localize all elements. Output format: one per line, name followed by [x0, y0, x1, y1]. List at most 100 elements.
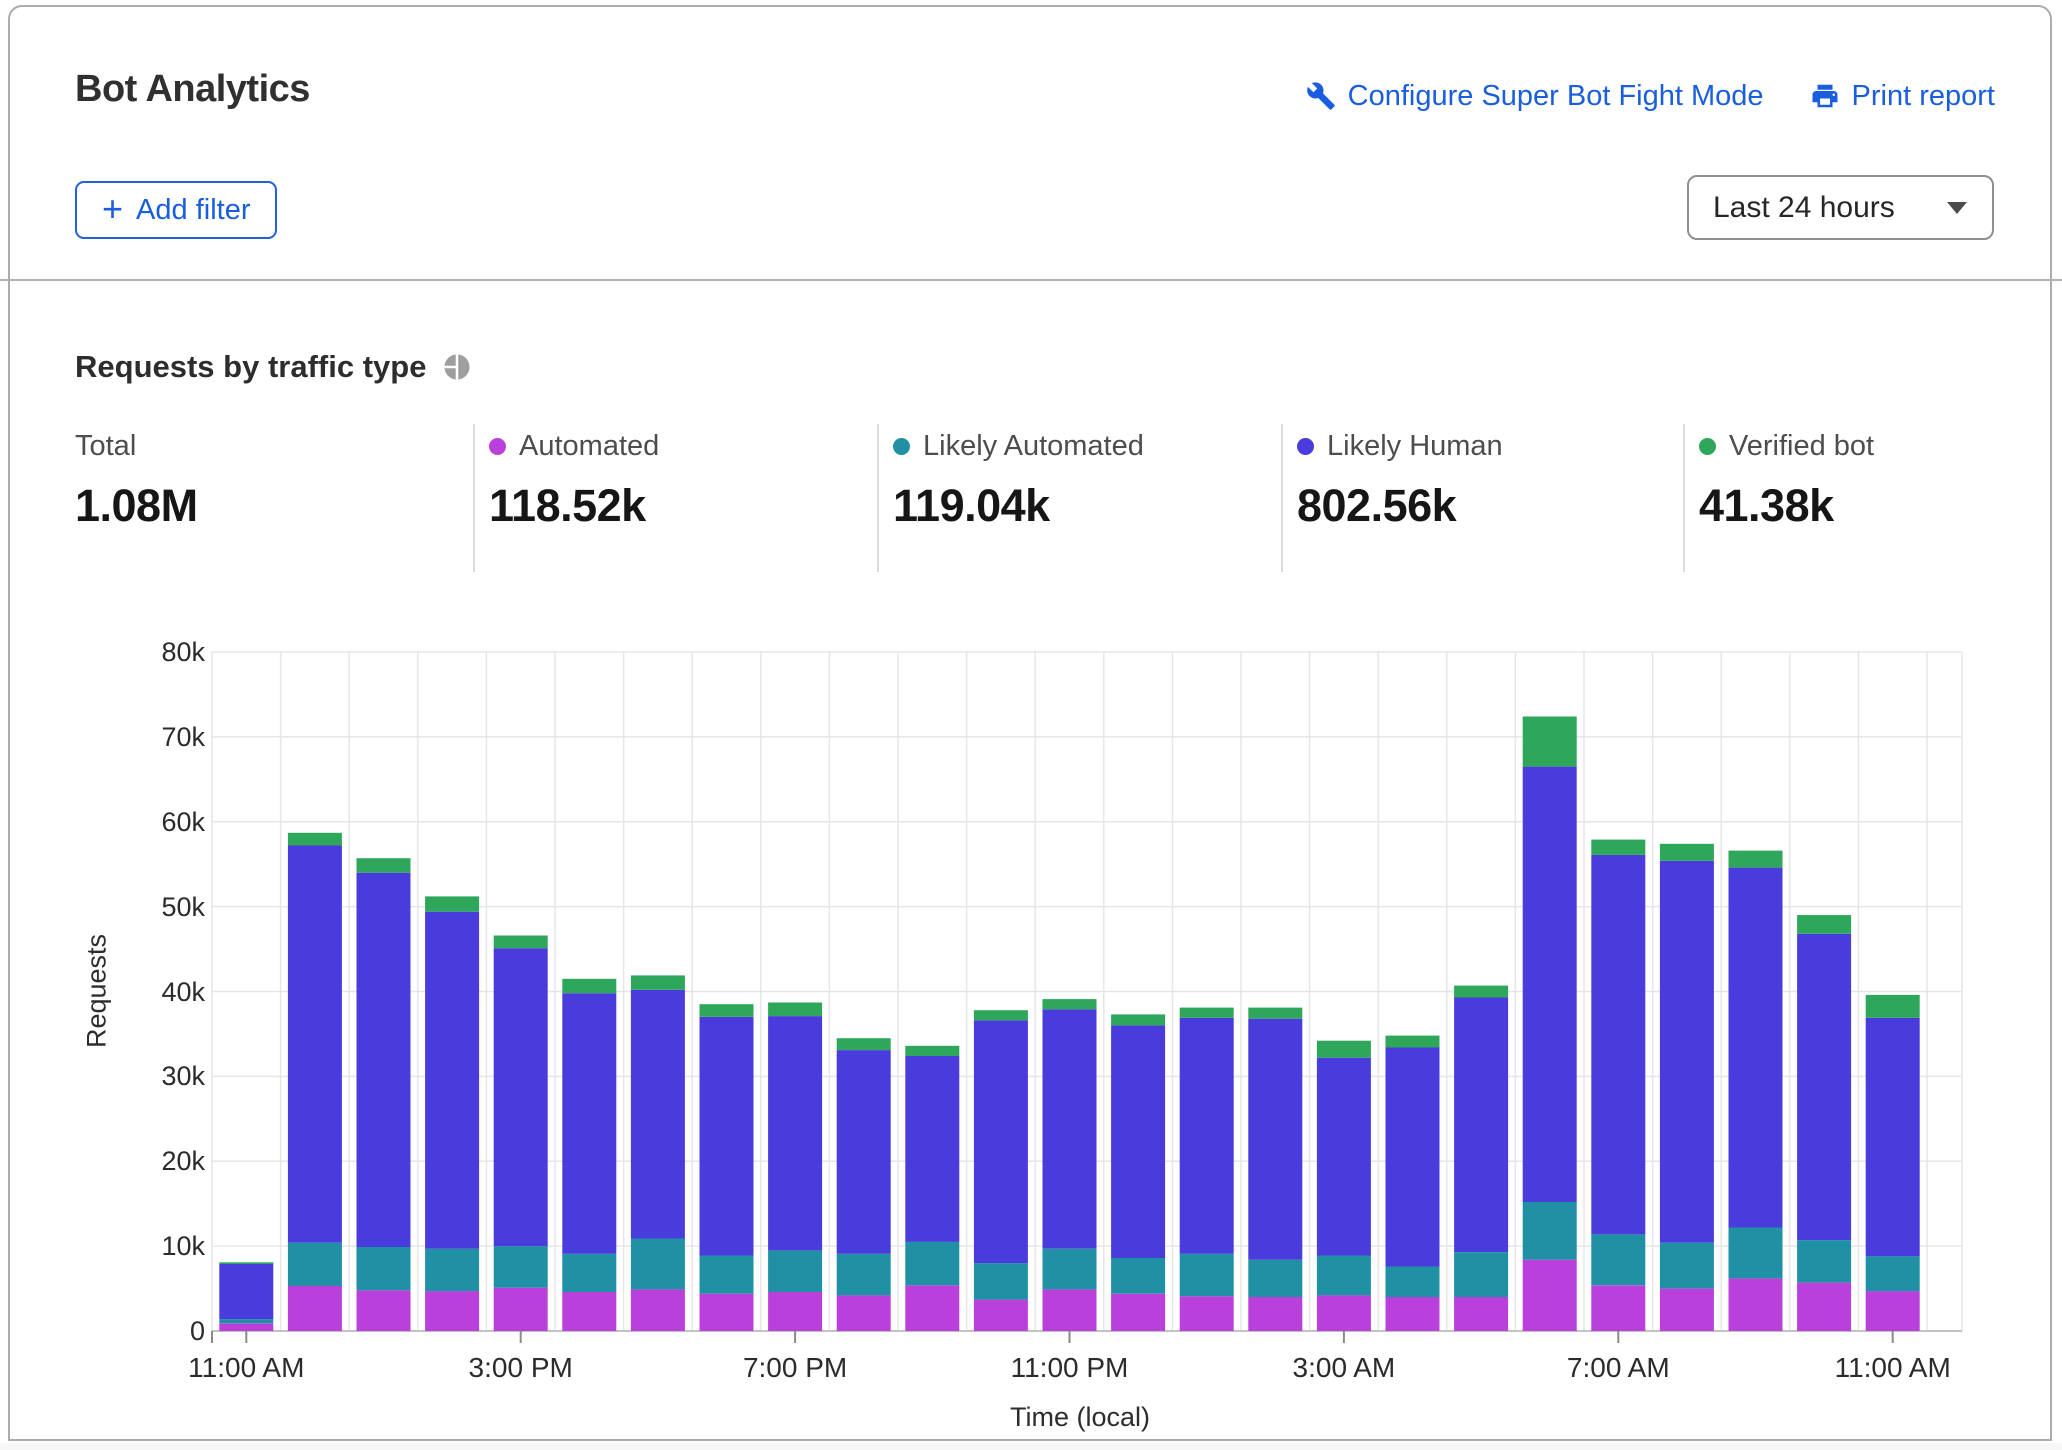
y-tick-label: 10k: [95, 1231, 205, 1261]
bar-stack[interactable]: [1248, 1008, 1302, 1331]
bar-segment-verified-bot: [1866, 995, 1920, 1018]
bar-segment-automated: [631, 1289, 685, 1331]
bar-segment-automated: [1660, 1289, 1714, 1331]
bar-segment-automated: [1386, 1297, 1440, 1331]
bar-segment-likely-human: [1454, 997, 1508, 1252]
x-tick-label: 3:00 PM: [469, 1352, 573, 1384]
bar-stack[interactable]: [1317, 1041, 1371, 1331]
bar-segment-likely-human: [562, 993, 616, 1254]
bar-segment-likely-human: [1111, 1025, 1165, 1258]
legend-dot: [1297, 438, 1314, 455]
stat-header: Automated: [489, 428, 877, 464]
stat-value: 1.08M: [75, 480, 473, 532]
configure-super-bot-fight-mode-link[interactable]: Configure Super Bot Fight Mode: [1306, 80, 1764, 113]
bar-stack[interactable]: [1111, 1014, 1165, 1331]
bar-segment-likely-automated: [1866, 1256, 1920, 1291]
pie-chart-icon: [442, 352, 472, 382]
bar-segment-likely-human: [1729, 868, 1783, 1228]
bar-stack[interactable]: [219, 1262, 273, 1331]
bottom-strip: [0, 1443, 2062, 1450]
bar-stack[interactable]: [1180, 1008, 1234, 1331]
bar-segment-verified-bot: [905, 1046, 959, 1056]
bar-stack[interactable]: [1729, 851, 1783, 1331]
bar-segment-automated: [837, 1295, 891, 1331]
stat-verified-bot: Verified bot41.38k: [1683, 424, 2013, 572]
bar-stack[interactable]: [837, 1038, 891, 1331]
bar-segment-likely-automated: [1180, 1254, 1234, 1296]
bar-segment-automated: [700, 1294, 754, 1331]
bar-segment-likely-human: [1317, 1058, 1371, 1256]
bar-stack[interactable]: [1591, 840, 1645, 1331]
bar-segment-likely-human: [357, 873, 411, 1247]
bar-segment-automated: [1591, 1285, 1645, 1331]
bar-stack[interactable]: [768, 1003, 822, 1332]
bar-stack[interactable]: [1454, 986, 1508, 1331]
header-divider: [0, 279, 2062, 281]
bar-segment-likely-human: [1797, 934, 1851, 1240]
bar-segment-automated: [768, 1292, 822, 1331]
bar-segment-likely-human: [219, 1264, 273, 1319]
bar-segment-verified-bot: [700, 1004, 754, 1017]
bar-segment-verified-bot: [1111, 1014, 1165, 1025]
bar-segment-likely-automated: [905, 1242, 959, 1285]
bar-segment-verified-bot: [1660, 844, 1714, 861]
bar-segment-automated: [974, 1300, 1028, 1331]
bar-segment-likely-automated: [1523, 1202, 1577, 1260]
bar-segment-verified-bot: [1591, 840, 1645, 855]
bar-segment-automated: [288, 1286, 342, 1331]
bar-segment-automated: [1523, 1260, 1577, 1331]
bar-segment-automated: [219, 1323, 273, 1331]
bar-stack[interactable]: [425, 896, 479, 1331]
x-tick-label: 7:00 AM: [1567, 1352, 1670, 1384]
bar-stack[interactable]: [1660, 844, 1714, 1331]
bar-stack[interactable]: [288, 833, 342, 1331]
bar-stack[interactable]: [1866, 995, 1920, 1331]
bar-segment-likely-human: [700, 1017, 754, 1256]
bar-segment-likely-human: [974, 1020, 1028, 1263]
legend-dot: [1699, 438, 1716, 455]
bar-segment-likely-automated: [1386, 1267, 1440, 1298]
bar-stack[interactable]: [905, 1046, 959, 1331]
bar-stack[interactable]: [1523, 717, 1577, 1332]
time-range-select[interactable]: Last 24 hours: [1687, 175, 1994, 240]
printer-icon: [1810, 81, 1840, 111]
bar-segment-likely-human: [1180, 1018, 1234, 1254]
add-filter-button[interactable]: + Add filter: [75, 181, 277, 239]
wrench-icon: [1306, 81, 1336, 111]
bar-stack[interactable]: [1797, 915, 1851, 1331]
bar-segment-verified-bot: [288, 833, 342, 846]
bar-segment-likely-human: [837, 1050, 891, 1254]
bar-segment-likely-automated: [1043, 1249, 1097, 1290]
bar-segment-likely-automated: [1454, 1252, 1508, 1297]
x-tick-label: 11:00 AM: [1835, 1352, 1951, 1384]
stat-likely-human: Likely Human802.56k: [1281, 424, 1683, 572]
bot-analytics-page: Bot Analytics Configure Super Bot Fight …: [0, 0, 2062, 1450]
bar-stack[interactable]: [494, 936, 548, 1332]
bar-segment-likely-automated: [768, 1250, 822, 1292]
bar-segment-verified-bot: [768, 1003, 822, 1017]
time-range-value: Last 24 hours: [1713, 191, 1895, 225]
bar-stack[interactable]: [974, 1010, 1028, 1331]
y-tick-label: 30k: [95, 1061, 205, 1091]
bar-segment-automated: [1454, 1297, 1508, 1331]
bar-stack[interactable]: [1043, 999, 1097, 1331]
stat-value: 41.38k: [1699, 480, 2013, 532]
bar-segment-likely-automated: [1591, 1234, 1645, 1285]
bar-stack[interactable]: [1386, 1036, 1440, 1331]
legend-dot: [893, 438, 910, 455]
stat-label: Likely Human: [1327, 428, 1503, 464]
configure-link-label: Configure Super Bot Fight Mode: [1348, 80, 1764, 113]
bar-segment-likely-human: [1591, 855, 1645, 1234]
bar-segment-likely-human: [1248, 1019, 1302, 1260]
bar-segment-likely-human: [1043, 1009, 1097, 1248]
bar-segment-verified-bot: [631, 975, 685, 989]
add-filter-label: Add filter: [136, 194, 250, 227]
stat-label: Likely Automated: [923, 428, 1144, 464]
bar-stack[interactable]: [357, 858, 411, 1331]
bar-stack[interactable]: [700, 1004, 754, 1331]
print-report-link[interactable]: Print report: [1810, 80, 1995, 113]
bar-stack[interactable]: [631, 975, 685, 1331]
bar-segment-verified-bot: [1523, 717, 1577, 767]
bar-segment-verified-bot: [1454, 986, 1508, 998]
bar-stack[interactable]: [562, 979, 616, 1331]
